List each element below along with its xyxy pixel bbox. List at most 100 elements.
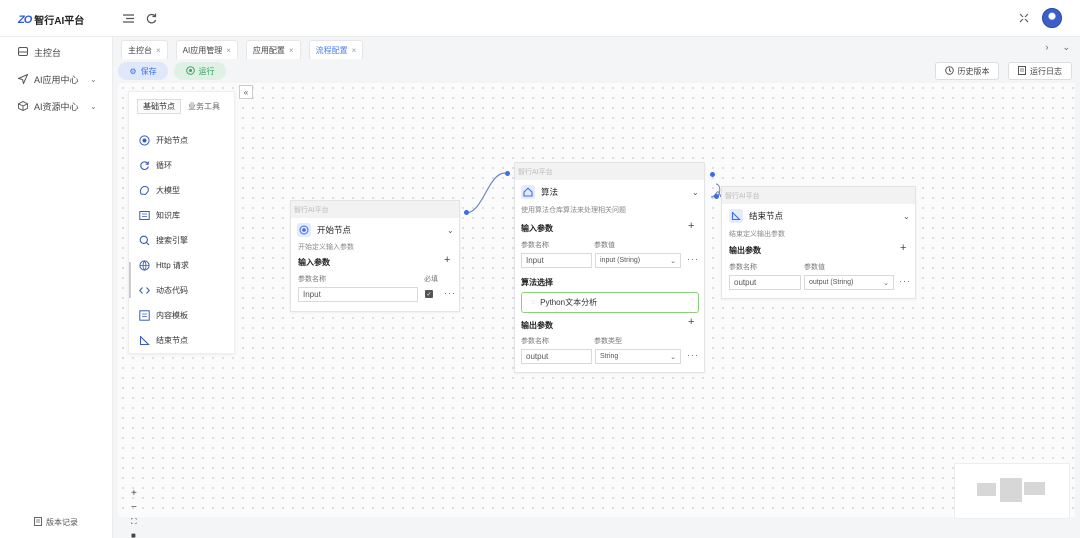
gear-icon: ⚙ (129, 66, 137, 76)
start-output-port[interactable] (464, 210, 469, 215)
code-icon (139, 285, 150, 296)
input-param-name[interactable]: Input (521, 253, 592, 268)
sidebar-item-ai-apps[interactable]: AI应用中心 ⌄ (16, 73, 97, 86)
minimap-node (1024, 482, 1045, 495)
tab-dashboard[interactable]: 主控台 × (121, 40, 168, 59)
menu-icon[interactable] (120, 10, 136, 26)
sidebar-item-ai-resources[interactable]: AI资源中心 ⌄ (18, 100, 97, 113)
required-checkbox[interactable]: ✓ (425, 290, 433, 298)
history-label: 历史版本 (957, 66, 990, 76)
more-options-icon[interactable]: ··· (687, 254, 699, 264)
input-params-title: 输入参数 (298, 258, 330, 267)
close-icon[interactable]: × (352, 46, 357, 55)
more-options-icon[interactable]: ··· (687, 350, 699, 360)
minimap-node (977, 483, 996, 496)
add-input-param-button[interactable]: + (688, 220, 694, 232)
palette-item-loop[interactable]: 循环 (139, 160, 172, 171)
palette-item-llm[interactable]: 大模型 (139, 185, 180, 196)
save-button[interactable]: ⚙ 保存 (118, 62, 168, 80)
run-log-button[interactable]: 运行日志 (1008, 62, 1072, 80)
palette-scrollbar[interactable] (129, 262, 131, 298)
more-options-icon[interactable]: ··· (899, 276, 911, 286)
node-palette: 基础节点 业务工具 开始节点 循环 大模型 知识库 搜索引擎 Http 请求 动… (128, 91, 235, 354)
param-name-input[interactable]: Input (298, 287, 418, 302)
lock-icon[interactable]: ■ (131, 531, 137, 538)
flow-node-end[interactable]: 智行AI平台 结束节点 ⌄ 结束定义输出参数 输出参数 + 参数名称 参数值 o… (721, 186, 916, 299)
node-title-text: 开始节点 (317, 225, 352, 235)
minimap[interactable] (954, 463, 1070, 519)
palette-item-label: 结束节点 (156, 336, 188, 345)
palette-tab-basic[interactable]: 基础节点 (137, 99, 181, 114)
output-param-name[interactable]: output (521, 349, 592, 364)
output-param-type-select[interactable]: String ⌄ (595, 349, 681, 364)
palette-item-label: 大模型 (156, 186, 180, 195)
run-button[interactable]: 运行 (174, 62, 226, 80)
close-icon[interactable]: × (226, 46, 231, 55)
tab-ai-app-management[interactable]: AI应用管理 × (175, 40, 238, 59)
flag-icon (729, 209, 743, 223)
tab-controls: › ⌄ (1045, 42, 1070, 53)
add-output-param-button[interactable]: + (688, 316, 694, 328)
param-name-label: 参数名称 (521, 338, 549, 345)
palette-tab-business[interactable]: 业务工具 (183, 99, 225, 114)
target-icon (139, 135, 150, 146)
refresh-icon[interactable] (143, 10, 159, 26)
palette-item-label: 知识库 (156, 211, 180, 220)
user-avatar[interactable] (1042, 8, 1062, 28)
input-params-title: 输入参数 (521, 224, 553, 233)
zoom-out-icon[interactable]: − (131, 503, 137, 513)
param-name-label: 参数名称 (729, 264, 757, 271)
chevron-down-icon[interactable]: ⌄ (692, 188, 699, 197)
output-params-title: 输出参数 (521, 321, 553, 330)
chevron-down-icon[interactable]: ⌄ (903, 212, 910, 221)
loop-icon (139, 160, 150, 171)
top-header: ZO 智行AI平台 (0, 0, 1080, 37)
algo-input-port[interactable] (505, 171, 510, 176)
add-output-param-button[interactable]: + (900, 242, 906, 254)
chevron-down-icon: ⌄ (90, 75, 97, 84)
fullscreen-icon[interactable] (1016, 10, 1032, 26)
close-icon[interactable]: × (156, 46, 161, 55)
palette-item-knowledge[interactable]: 知识库 (139, 210, 180, 221)
algorithm-choice[interactable]: ◌ Python文本分析 (521, 292, 699, 313)
output-param-name[interactable]: output (729, 275, 801, 290)
zoom-in-icon[interactable]: + (131, 489, 137, 499)
palette-item-end[interactable]: 结束节点 (139, 335, 188, 346)
flow-node-start[interactable]: 智行AI平台 开始节点 ⌄ 开始定义输入参数 输入参数 + 参数名称 必填 In… (290, 200, 460, 312)
close-icon[interactable]: × (289, 46, 294, 55)
node-title: 开始节点 (297, 223, 351, 237)
palette-item-start[interactable]: 开始节点 (139, 135, 188, 146)
flow-node-algorithm[interactable]: 智行AI平台 算法 ⌄ 使用算法仓库算法来处理相关问题 输入参数 + 参数名称 … (514, 162, 705, 373)
flow-canvas[interactable]: 基础节点 业务工具 开始节点 循环 大模型 知识库 搜索引擎 Http 请求 动… (118, 83, 1075, 538)
chevron-down-icon[interactable]: ⌄ (1062, 42, 1070, 53)
palette-item-content-template[interactable]: 内容模板 (139, 310, 188, 321)
palette-item-search-engine[interactable]: 搜索引擎 (139, 235, 188, 246)
dashboard-icon (18, 47, 28, 58)
tab-app-config[interactable]: 应用配置 × (245, 40, 301, 59)
input-param-value-select[interactable]: input (String) ⌄ (595, 253, 681, 268)
brand[interactable]: ZO 智行AI平台 (18, 12, 84, 28)
palette-item-label: 循环 (156, 161, 172, 170)
tab-flow-config[interactable]: 流程配置 × (308, 40, 364, 59)
target-icon (297, 223, 311, 237)
palette-item-http[interactable]: Http 请求 (139, 260, 189, 271)
chevron-right-icon[interactable]: › (1045, 42, 1048, 53)
history-versions-button[interactable]: 历史版本 (935, 62, 999, 80)
sidebar: 主控台 AI应用中心 ⌄ AI资源中心 ⌄ 版本记录 (0, 37, 113, 538)
palette-item-dynamic-code[interactable]: 动态代码 (139, 285, 188, 296)
sidebar-item-dashboard[interactable]: 主控台 (18, 46, 61, 59)
more-options-icon[interactable]: ··· (444, 288, 456, 298)
add-param-button[interactable]: + (444, 254, 450, 266)
param-name-label: 参数名称 (521, 242, 549, 249)
home-icon (521, 185, 535, 199)
chevron-down-icon[interactable]: ⌄ (447, 226, 454, 235)
algo-output-port[interactable] (710, 172, 715, 177)
node-title: 结束节点 (729, 209, 783, 223)
end-input-port[interactable] (714, 194, 719, 199)
tab-label: 流程配置 (315, 45, 348, 55)
collapse-palette-button[interactable]: « (239, 85, 253, 99)
send-icon (16, 73, 29, 86)
version-history-link[interactable]: 版本记录 (34, 517, 78, 528)
output-param-value-select[interactable]: output (String) ⌄ (804, 275, 894, 290)
fit-view-icon[interactable]: ⛶ (131, 517, 137, 527)
